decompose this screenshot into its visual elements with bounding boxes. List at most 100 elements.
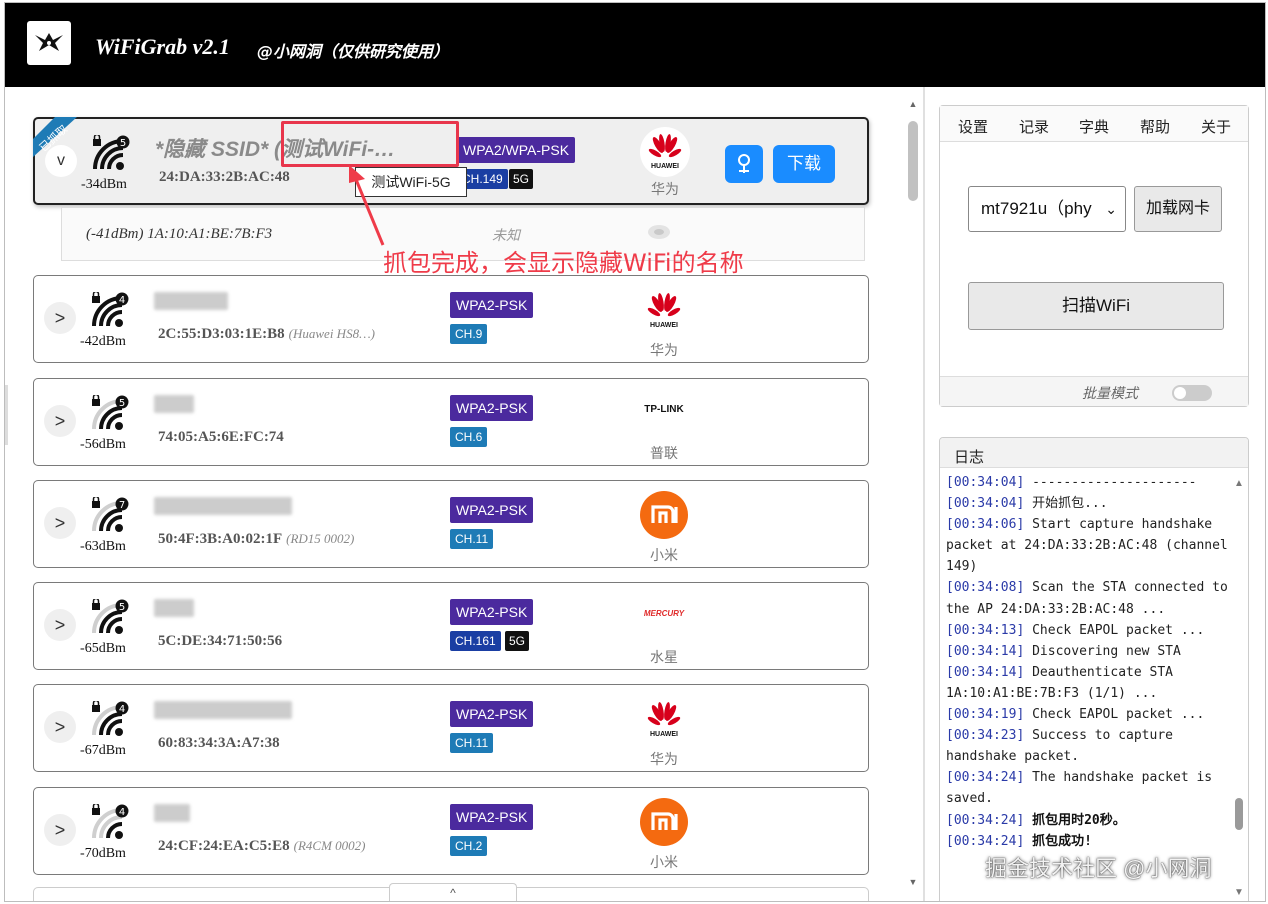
expand-button[interactable]: > — [44, 711, 76, 743]
log-header: 日志 — [940, 438, 1248, 468]
scroll-up-icon[interactable]: ▲ — [1234, 478, 1244, 489]
brand-name: 普联 — [650, 445, 678, 461]
encryption-badge: WPA2-PSK — [450, 292, 534, 318]
xiaomi-logo — [640, 491, 688, 539]
svg-text:5: 5 — [120, 138, 126, 149]
ssid-blurred — [154, 701, 292, 725]
brand-name: 华为 — [650, 751, 678, 767]
mac-address: 60:83:34:3A:A7:38 — [158, 735, 280, 751]
log-line: [00:34:06] Start capture handshake packe… — [946, 514, 1228, 577]
log-timestamp: [00:34:23] — [946, 728, 1025, 744]
watermark: 掘金技术社区 @小网洞 — [985, 856, 1212, 881]
rssi-value: -70dBm — [80, 846, 126, 861]
list-edge-marker — [5, 385, 8, 445]
log-message: --------------------- — [1024, 475, 1197, 490]
channel-badge: CH.161 — [450, 631, 501, 651]
scan-wifi-button[interactable]: 扫描WiFi — [968, 282, 1224, 330]
menu-help[interactable]: 帮助 — [1140, 116, 1170, 137]
ssid-blurred — [154, 497, 292, 521]
expand-button[interactable]: > — [44, 405, 76, 437]
huawei-logo: HUAWEI — [640, 127, 690, 177]
expand-button[interactable]: > — [44, 814, 76, 846]
log-message: Discovering new STA — [1024, 643, 1181, 659]
network-card[interactable]: > 5 -56dBm 74:05:A5:6E:FC:74 WPA2-PSK CH… — [33, 378, 869, 466]
batch-mode-toggle[interactable] — [1172, 385, 1212, 401]
channel-badge: CH.11 — [450, 733, 494, 753]
network-card[interactable]: > 4 -67dBm 60:83:34:3A:A7:38 WPA2-PSK CH… — [33, 684, 869, 772]
list-scrollbar[interactable]: ▲ ▼ — [903, 87, 923, 901]
band-badge: 5G — [509, 169, 534, 189]
xiaomi-logo — [640, 798, 688, 846]
pin-button[interactable] — [725, 145, 763, 183]
log-timestamp: [00:34:04] — [946, 496, 1025, 512]
channel-badge: CH.6 — [450, 427, 488, 447]
wifi-signal-lock-icon: 5 — [92, 395, 129, 430]
scrollbar-thumb[interactable] — [908, 121, 918, 201]
annotation-arrow-icon — [349, 165, 385, 246]
log-line: [00:34:24] 抓包用时20秒。 — [946, 810, 1228, 831]
menu-settings[interactable]: 设置 — [958, 116, 988, 137]
log-timestamp: [00:34:24] — [946, 812, 1025, 828]
expand-button[interactable]: > — [44, 507, 76, 539]
control-panel: 设置 记录 字典 帮助 关于 mt7921u（phy ⌄ 加载网卡 扫描WiFi… — [939, 105, 1249, 407]
log-line: [00:34:19] Check EAPOL packet ... — [946, 704, 1228, 725]
encryption-badge: WPA2-PSK — [450, 497, 534, 523]
mac-address: 74:05:A5:6E:FC:74 — [158, 429, 284, 445]
brand-name: 华为 — [651, 181, 679, 197]
scroll-up-icon[interactable]: ▲ — [907, 99, 919, 111]
mac-address: 50:4F:3B:A0:02:1F (RD15 0002) — [158, 531, 355, 547]
wifi-signal-lock-icon: 4 — [92, 804, 129, 839]
network-list[interactable]: 已抓取 v 5 -34dBm *隐藏 SSID* (测试WiFi-… 24:DA… — [5, 87, 923, 901]
scroll-top-button[interactable]: ^ — [389, 883, 517, 901]
unknown-vendor-icon — [648, 225, 670, 239]
download-button[interactable]: 下载 — [773, 145, 835, 183]
brand-name: 小米 — [650, 854, 678, 870]
app-logo-icon — [27, 21, 71, 65]
rssi-value: -65dBm — [80, 641, 126, 656]
rssi-value: -42dBm — [80, 334, 126, 349]
huawei-logo: HUAWEI — [647, 702, 681, 738]
hidden-ssid-highlight — [281, 121, 459, 167]
network-card[interactable]: > 5 -65dBm 5C:DE:34:71:50:56 WPA2-PSK CH… — [33, 582, 869, 670]
log-line: [00:34:14] Discovering new STA — [946, 641, 1228, 662]
log-line: [00:34:04] 开始抓包... — [946, 493, 1228, 514]
log-content[interactable]: [00:34:04] --------------------- [00:34:0… — [946, 472, 1228, 901]
menu-records[interactable]: 记录 — [1019, 116, 1049, 137]
log-message: 开始抓包... — [1024, 496, 1108, 512]
log-line: [00:34:24] The handshake packet is saved… — [946, 767, 1228, 809]
ssid-blurred — [154, 599, 194, 623]
app-subtitle: @小网洞（仅供研究使用） — [257, 42, 450, 61]
load-adapter-button[interactable]: 加载网卡 — [1134, 186, 1222, 232]
collapse-button[interactable]: v — [45, 145, 77, 177]
log-timestamp: [00:34:19] — [946, 707, 1025, 723]
scroll-down-icon[interactable]: ▼ — [907, 877, 919, 889]
svg-text:HUAWEI: HUAWEI — [650, 322, 678, 329]
network-card[interactable]: > 4 -70dBm 24:CF:24:EA:C5:E8 (R4CM 0002) … — [33, 787, 869, 875]
scroll-down-icon[interactable]: ▼ — [1234, 887, 1244, 898]
channel-badge: CH.11 — [450, 529, 494, 549]
pin-icon — [738, 154, 750, 173]
svg-text:4: 4 — [119, 704, 125, 715]
encryption-badge: WPA2-PSK — [450, 599, 534, 625]
log-timestamp: [00:34:08] — [946, 580, 1025, 596]
log-timestamp: [00:34:04] — [946, 475, 1025, 490]
network-card[interactable]: > 7 -63dBm 50:4F:3B:A0:02:1F (RD15 0002) … — [33, 480, 869, 568]
panel-divider — [923, 87, 925, 901]
expand-button[interactable]: > — [44, 302, 76, 334]
network-card[interactable]: > 4 -42dBm 2C:55:D3:03:1E:B8 (Huawei HS8…… — [33, 275, 869, 363]
svg-text:HUAWEI: HUAWEI — [651, 163, 679, 170]
expand-button[interactable]: > — [44, 609, 76, 641]
menu-dictionary[interactable]: 字典 — [1079, 116, 1109, 137]
menu-about[interactable]: 关于 — [1201, 116, 1231, 137]
app-title: WiFiGrab v2.1 — [95, 34, 230, 59]
mac-address: 24:CF:24:EA:C5:E8 (R4CM 0002) — [158, 838, 366, 854]
adapter-select[interactable]: mt7921u（phy ⌄ — [968, 186, 1126, 232]
channel-badge: CH.2 — [450, 836, 488, 856]
rssi-value: -67dBm — [80, 743, 126, 758]
wifi-signal-lock-icon: 4 — [92, 292, 129, 327]
wifi-signal-lock-icon: 5 — [93, 135, 130, 170]
log-timestamp: [00:34:14] — [946, 643, 1025, 659]
huawei-logo: HUAWEI — [647, 293, 681, 329]
log-scrollbar[interactable]: ▲ ▼ — [1232, 478, 1246, 898]
scrollbar-thumb[interactable] — [1235, 798, 1243, 830]
